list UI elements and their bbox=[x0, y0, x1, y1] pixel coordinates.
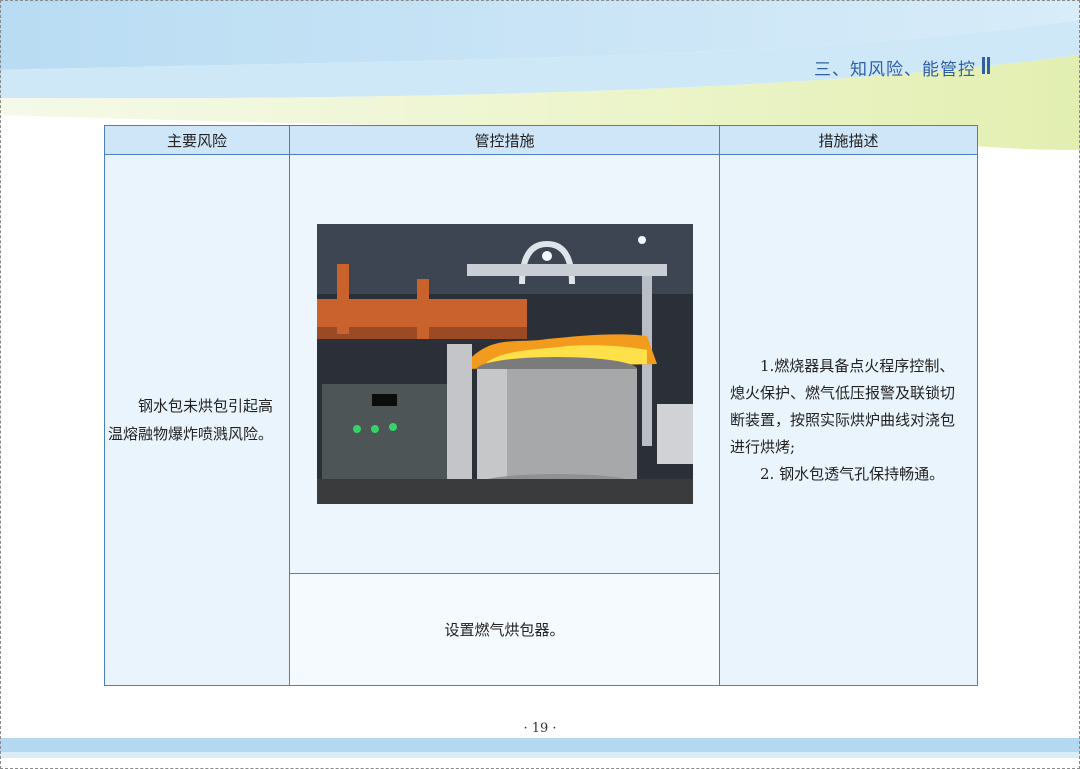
page-border bbox=[0, 0, 1080, 769]
